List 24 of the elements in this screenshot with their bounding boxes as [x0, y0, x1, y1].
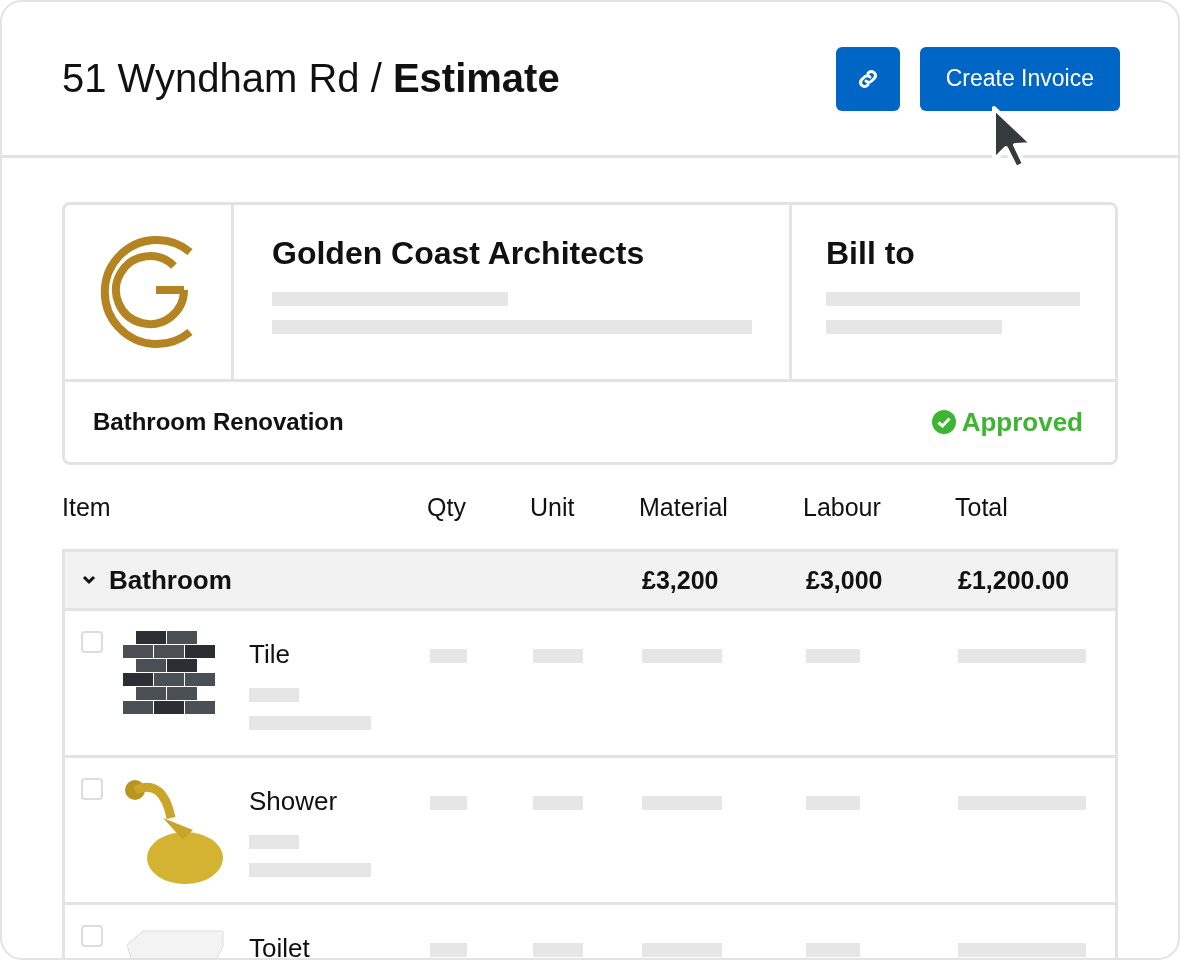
column-header: Total — [955, 492, 1009, 522]
group-toggle[interactable]: Bathroom — [65, 564, 430, 596]
link-button[interactable] — [835, 46, 900, 111]
status-label: Approved — [961, 406, 1083, 438]
material-total: £3,200 — [642, 565, 720, 595]
check-circle-icon — [931, 410, 956, 434]
labour-total: £3,000 — [806, 565, 884, 595]
row-checkbox[interactable] — [81, 778, 103, 800]
item-name: Shower — [249, 786, 339, 817]
column-header: Unit — [530, 492, 576, 522]
project-name: Bathroom Renovation — [93, 408, 344, 436]
column-header: Item — [62, 492, 112, 522]
column-header: Material — [639, 492, 729, 522]
item-name: Tile — [249, 639, 291, 670]
create-invoice-button[interactable]: Create Invoice — [919, 46, 1120, 111]
column-header: Labour — [803, 492, 882, 522]
row-checkbox[interactable] — [81, 631, 103, 653]
bill-to-heading: Bill to — [826, 235, 916, 272]
row-checkbox[interactable] — [81, 925, 103, 947]
group-total: £1,200.00 — [958, 565, 1071, 595]
item-name: Toilet — [249, 933, 311, 958]
company-name: Golden Coast Architects — [272, 235, 646, 272]
column-header: Qty — [427, 492, 467, 522]
page-title: 51 Wyndham Rd / Estimate — [62, 56, 561, 101]
